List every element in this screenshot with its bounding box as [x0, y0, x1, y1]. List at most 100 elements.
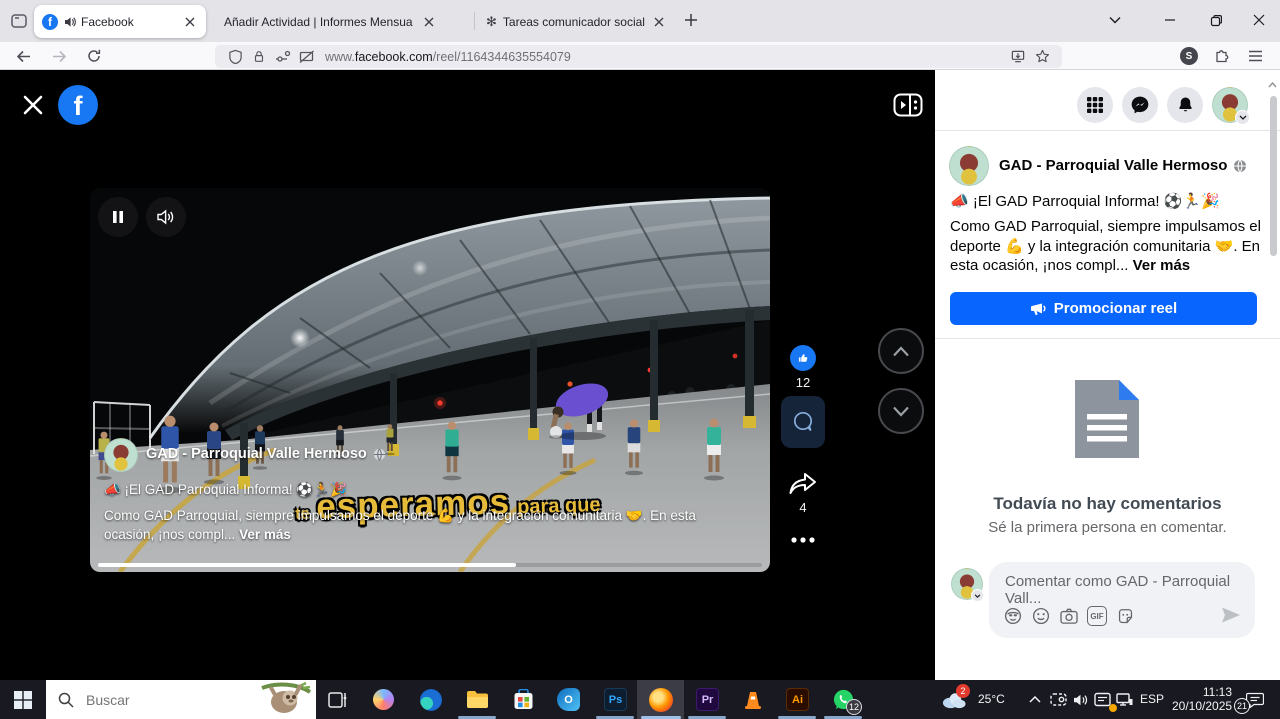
taskbar-search[interactable] — [46, 680, 316, 719]
account-chevron-icon[interactable] — [1235, 110, 1250, 125]
previous-reel-button[interactable] — [878, 328, 924, 374]
tray-network-icon[interactable] — [1112, 687, 1137, 712]
notifications-bell-icon[interactable] — [1167, 87, 1203, 123]
save-page-icon[interactable] — [1006, 49, 1030, 65]
window-minimize-icon[interactable] — [1147, 0, 1193, 40]
menu-hamburger-icon[interactable] — [1248, 50, 1263, 62]
photoshop-icon[interactable]: Ps — [603, 687, 628, 712]
tab-close-icon[interactable] — [653, 14, 666, 30]
outlook-icon[interactable]: O — [556, 687, 581, 712]
share-icon[interactable] — [787, 470, 819, 498]
tab-close-icon[interactable] — [182, 14, 198, 30]
window-restore-icon[interactable] — [1193, 0, 1239, 40]
page-avatar[interactable] — [949, 146, 989, 186]
comments-button[interactable] — [781, 396, 825, 448]
microsoft-store-icon[interactable] — [511, 687, 536, 712]
edge-icon[interactable] — [418, 687, 443, 712]
caption-see-more[interactable]: Ver más — [239, 527, 291, 542]
post-line1: 📣 ¡El GAD Parroquial Informa! ⚽🏃🎉 — [950, 192, 1265, 212]
messenger-icon[interactable] — [1122, 87, 1158, 123]
copilot-icon[interactable] — [371, 687, 396, 712]
task-view-icon[interactable] — [325, 687, 350, 712]
sidebar-divider — [935, 130, 1280, 131]
emoji-smiley-icon[interactable] — [1031, 606, 1051, 626]
window-close-icon[interactable] — [1236, 0, 1280, 40]
shield-icon[interactable] — [223, 49, 247, 65]
facebook-logo[interactable]: f — [58, 85, 98, 125]
scrollbar-thumb[interactable] — [1270, 96, 1277, 256]
tab-audio-icon[interactable] — [64, 16, 76, 28]
no-comments-document-icon — [1075, 380, 1139, 458]
start-button[interactable] — [10, 687, 35, 712]
promote-reel-button[interactable]: Promocionar reel — [950, 292, 1257, 325]
new-tab-icon[interactable] — [684, 13, 698, 27]
whatsapp-icon[interactable]: 12 — [831, 687, 856, 712]
more-options-icon[interactable] — [789, 536, 817, 544]
video-progress-fill — [98, 563, 516, 567]
vlc-icon[interactable] — [740, 687, 765, 712]
see-more-link[interactable]: Ver más — [1133, 257, 1191, 274]
date-label: 20/10/2025 — [1172, 699, 1232, 713]
reel-info-sidebar: GAD - Parroquial Valle Hermoso 📣 ¡El GAD… — [935, 70, 1280, 680]
weather-badge: 2 — [956, 684, 970, 698]
search-daily-sloth-image — [260, 682, 312, 717]
composer-avatar-chevron-icon[interactable] — [971, 589, 984, 602]
public-globe-icon — [373, 448, 386, 461]
browser-tabbar: f Facebook Añadir Actividad | Informes M… — [0, 0, 1280, 42]
screenshare-blocked-icon[interactable] — [295, 49, 319, 65]
forward-icon[interactable] — [45, 43, 73, 69]
video-progress-bar[interactable] — [98, 563, 762, 567]
windows-taskbar: O Ps Pr Ai 12 2 25°C — [0, 680, 1280, 719]
caption-body: Como GAD Parroquial, siempre impulsamos … — [104, 506, 734, 544]
camera-icon[interactable] — [1059, 606, 1079, 626]
tab-informes[interactable]: Añadir Actividad | Informes Mensua — [216, 5, 472, 38]
firefox-view-icon[interactable] — [9, 11, 29, 31]
permissions-icon[interactable] — [271, 49, 295, 65]
pause-icon[interactable] — [98, 197, 138, 237]
caption-page-name[interactable]: GAD - Parroquial Valle Hermoso — [146, 446, 386, 462]
page-name[interactable]: GAD - Parroquial Valle Hermoso — [999, 157, 1247, 174]
volume-icon[interactable] — [146, 197, 186, 237]
illustrator-icon[interactable]: Ai — [785, 687, 810, 712]
back-icon[interactable] — [9, 43, 37, 69]
gif-icon[interactable]: GIF — [1087, 606, 1107, 626]
tab-tareas[interactable]: ✻ Tareas comunicador social GAD — [478, 5, 674, 38]
url-bar[interactable]: www.facebook.com/reel/1164344635554079 — [215, 45, 1062, 68]
language-indicator[interactable]: ESP — [1140, 692, 1164, 706]
post-body: Como GAD Parroquial, siempre impulsamos … — [950, 217, 1263, 276]
like-reaction-icon[interactable] — [790, 345, 816, 371]
file-explorer-icon[interactable] — [465, 687, 490, 712]
send-comment-icon[interactable] — [1221, 606, 1241, 624]
search-input[interactable] — [84, 691, 224, 709]
scrollbar-up-icon[interactable] — [1268, 82, 1277, 88]
premiere-icon[interactable]: Pr — [695, 687, 720, 712]
hidden-icons-chevron-icon[interactable] — [1022, 687, 1047, 712]
sidebar-divider — [935, 338, 1280, 339]
apps-grid-icon[interactable] — [1077, 87, 1113, 123]
temperature-label[interactable]: 25°C — [978, 692, 1005, 706]
share-count: 4 — [783, 500, 823, 515]
tab-close-icon[interactable] — [421, 14, 437, 30]
tab-list-chevron-icon[interactable] — [1092, 0, 1138, 40]
close-reel-icon[interactable] — [22, 94, 44, 116]
extensions-puzzle-icon[interactable] — [1214, 48, 1230, 64]
reel-video[interactable]: te esperamos para que GAD - Parroquial V… — [90, 188, 770, 572]
weather-icon[interactable]: 2 — [941, 687, 966, 712]
collapse-sidebar-icon[interactable] — [893, 93, 923, 117]
tab-facebook[interactable]: f Facebook — [34, 5, 206, 38]
next-reel-button[interactable] — [878, 388, 924, 434]
notification-center-icon[interactable]: 21 — [1242, 687, 1267, 712]
extension-s-icon[interactable]: S — [1180, 47, 1198, 65]
bookmark-star-icon[interactable] — [1030, 49, 1054, 65]
comment-input[interactable]: Comentar como GAD - Parroquial Vall... G… — [989, 562, 1255, 638]
reload-icon[interactable] — [80, 43, 108, 69]
clock[interactable]: 11:13 20/10/2025 — [1172, 685, 1232, 713]
sticker-icon[interactable] — [1115, 606, 1135, 626]
firefox-icon[interactable] — [648, 687, 673, 712]
whatsapp-badge: 12 — [846, 699, 862, 715]
like-count: 12 — [783, 375, 823, 390]
facebook-favicon: f — [42, 14, 58, 30]
lock-icon[interactable] — [247, 49, 271, 65]
caption-page-avatar[interactable] — [104, 438, 138, 472]
avatar-sticker-icon[interactable] — [1003, 606, 1023, 626]
